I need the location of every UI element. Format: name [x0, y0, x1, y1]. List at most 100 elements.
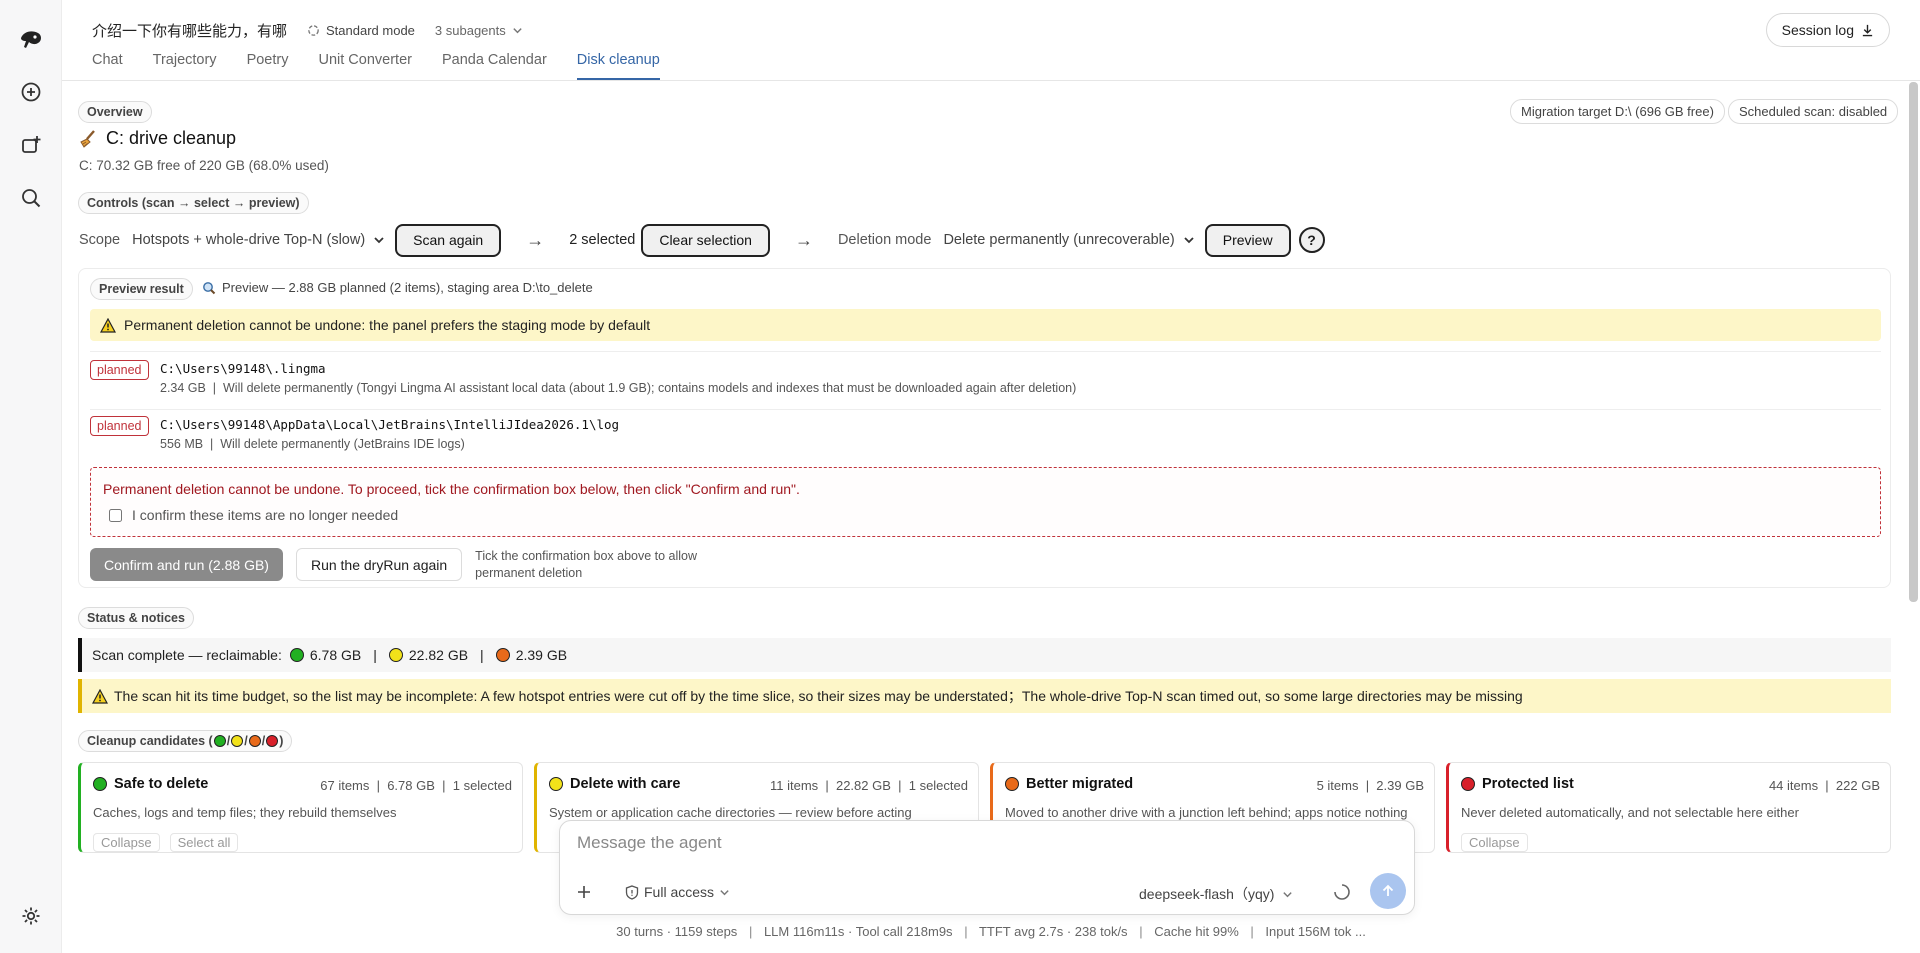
- planned-badge: planned: [90, 360, 149, 380]
- shield-icon: [625, 884, 639, 900]
- arrow-up-icon: [1382, 884, 1394, 896]
- scan-again-button[interactable]: Scan again: [395, 223, 502, 257]
- card-title: Better migrated: [1026, 776, 1134, 792]
- search-icon[interactable]: [17, 184, 45, 212]
- scope-select[interactable]: Hotspots + whole-drive Top-N (slow): [132, 232, 385, 248]
- scope-select-value: Hotspots + whole-drive Top-N (slow): [132, 232, 366, 248]
- access-level-label: Full access: [644, 884, 715, 900]
- send-button[interactable]: [1370, 873, 1406, 909]
- deletion-mode-select[interactable]: Delete permanently (unrecoverable): [943, 232, 1194, 248]
- top-header: 介绍一下你有哪些能力，有哪 Standard mode 3 subagents …: [62, 0, 1920, 81]
- tab-trajectory[interactable]: Trajectory: [153, 52, 217, 80]
- preview-result-chip: Preview result: [90, 278, 193, 300]
- attach-plus-icon[interactable]: [572, 880, 596, 904]
- item-path: C:\Users\99148\AppData\Local\JetBrains\I…: [160, 417, 620, 432]
- confirm-hint: Tick the confirmation box above to allow…: [475, 549, 698, 580]
- magnifier-icon: [203, 281, 216, 294]
- card-title: Safe to delete: [114, 776, 209, 792]
- scope-label: Scope: [79, 232, 121, 248]
- candidates-chip-suffix: ): [279, 734, 284, 748]
- preview-summary: Preview — 2.88 GB planned (2 items), sta…: [222, 280, 593, 295]
- model-selector[interactable]: deepseek-flash（yqy): [1139, 884, 1293, 904]
- confirm-checkbox[interactable]: [109, 508, 122, 522]
- card-stats: 44 items | 222 GB: [1768, 778, 1880, 793]
- reclaim-green: 6.78 GB: [309, 647, 362, 663]
- controls-chip: Controls (scan → select → preview): [78, 192, 309, 214]
- session-stats-footer: 30 turns · 1159 steps | LLM 116m11s · To…: [0, 924, 1920, 939]
- item-meta: 556 MB | Will delete permanently (JetBra…: [160, 437, 465, 451]
- separator: |: [1139, 924, 1143, 939]
- tab-unit-converter[interactable]: Unit Converter: [318, 52, 411, 80]
- message-input[interactable]: Message the agent: [577, 833, 722, 853]
- confirm-checkbox-row[interactable]: I confirm these items are no longer need…: [109, 507, 398, 523]
- red-dot-icon: [266, 735, 279, 747]
- orange-dot-icon: [495, 648, 510, 662]
- slash: /: [244, 734, 248, 748]
- card-description: Never deleted automatically, and not sel…: [1461, 805, 1799, 820]
- tab-poetry[interactable]: Poetry: [247, 52, 289, 80]
- subagents-dropdown[interactable]: 3 subagents: [435, 23, 523, 38]
- reclaim-orange: 2.39 GB: [515, 647, 568, 663]
- yellow-dot-icon: [388, 648, 403, 662]
- download-icon: [1862, 24, 1873, 36]
- page-scrollbar[interactable]: [1909, 82, 1918, 602]
- left-rail: [0, 0, 62, 953]
- list-item[interactable]: planned C:\Users\99148\AppData\Local\Jet…: [90, 413, 1881, 463]
- list-item[interactable]: planned C:\Users\99148\.lingma 2.34 GB |…: [90, 357, 1881, 407]
- preview-button[interactable]: Preview: [1204, 223, 1291, 257]
- confirm-checkbox-label: I confirm these items are no longer need…: [132, 507, 399, 523]
- slash: /: [226, 734, 231, 748]
- access-level-dropdown[interactable]: Full access: [625, 884, 730, 900]
- select-all-button[interactable]: Select all: [169, 833, 239, 852]
- tab-bar: Chat Trajectory Poetry Unit Converter Pa…: [92, 52, 690, 80]
- chevron-down-icon: [720, 889, 729, 895]
- clear-selection-button[interactable]: Clear selection: [641, 223, 770, 257]
- session-log-button[interactable]: Session log: [1765, 13, 1890, 47]
- orange-dot-icon: [1005, 777, 1019, 791]
- item-meta: 2.34 GB | Will delete permanently (Tongy…: [160, 381, 1077, 395]
- confirm-panel: Permanent deletion cannot be undone. To …: [90, 467, 1881, 537]
- warning-text: Permanent deletion cannot be undone: the…: [124, 317, 651, 333]
- tab-disk-cleanup[interactable]: Disk cleanup: [576, 52, 660, 80]
- time-budget-text: The scan hit its time budget, so the lis…: [114, 688, 1523, 704]
- preview-result-panel: Preview result Preview — 2.88 GB planned…: [78, 268, 1891, 588]
- card-stats: 11 items | 22.82 GB | 1 selected: [769, 778, 968, 793]
- help-button[interactable]: ?: [1298, 227, 1325, 253]
- chevron-down-icon: [513, 28, 522, 34]
- app-logo-icon[interactable]: [17, 26, 45, 54]
- migration-target-badge: Migration target D:\ (696 GB free): [1510, 99, 1725, 124]
- confirm-and-run-button[interactable]: Confirm and run (2.88 GB): [90, 548, 283, 581]
- mode-selector[interactable]: Standard mode: [307, 23, 415, 38]
- conversation-title[interactable]: 介绍一下你有哪些能力，有哪: [92, 20, 287, 41]
- add-panel-icon[interactable]: [17, 131, 45, 159]
- candidate-card-protected[interactable]: Protected list 44 items | 222 GB Never d…: [1446, 762, 1891, 853]
- separator: |: [748, 924, 753, 939]
- warning-icon: [100, 317, 116, 333]
- status-chip: Status & notices: [78, 607, 194, 629]
- new-chat-icon[interactable]: [17, 78, 45, 106]
- separator: |: [1250, 924, 1254, 939]
- collapse-button[interactable]: Collapse: [93, 833, 160, 852]
- tab-chat[interactable]: Chat: [92, 52, 123, 80]
- session-log-label: Session log: [1781, 22, 1854, 38]
- green-dot-icon: [93, 777, 107, 791]
- step-arrow: →: [794, 229, 813, 250]
- scan-complete-bar: Scan complete — reclaimable: 6.78 GB | 2…: [78, 638, 1891, 672]
- chevron-down-icon: [1283, 891, 1293, 897]
- yellow-dot-icon: [549, 777, 563, 791]
- deletion-mode-label: Deletion mode: [837, 232, 932, 248]
- card-stats: 67 items | 6.78 GB | 1 selected: [320, 778, 512, 793]
- stat-ttft: TTFT avg 2.7s · 238 tok/s: [978, 924, 1128, 939]
- tab-panda-calendar[interactable]: Panda Calendar: [442, 52, 547, 80]
- permanent-deletion-warning: Permanent deletion cannot be undone: the…: [90, 309, 1881, 341]
- subagents-label: 3 subagents: [434, 23, 506, 38]
- warning-icon: [92, 688, 108, 704]
- yellow-dot-icon: [231, 735, 244, 747]
- stat-input-tokens: Input 156M tok ...: [1265, 924, 1366, 939]
- message-composer: Message the agent Full access deepseek-f…: [559, 820, 1415, 915]
- collapse-button[interactable]: Collapse: [1461, 833, 1528, 852]
- green-dot-icon: [289, 648, 304, 662]
- run-dryrun-button[interactable]: Run the dryRun again: [295, 548, 463, 581]
- scheduled-scan-badge: Scheduled scan: disabled: [1728, 99, 1899, 124]
- candidate-card-safe[interactable]: Safe to delete 67 items | 6.78 GB | 1 se…: [78, 762, 523, 853]
